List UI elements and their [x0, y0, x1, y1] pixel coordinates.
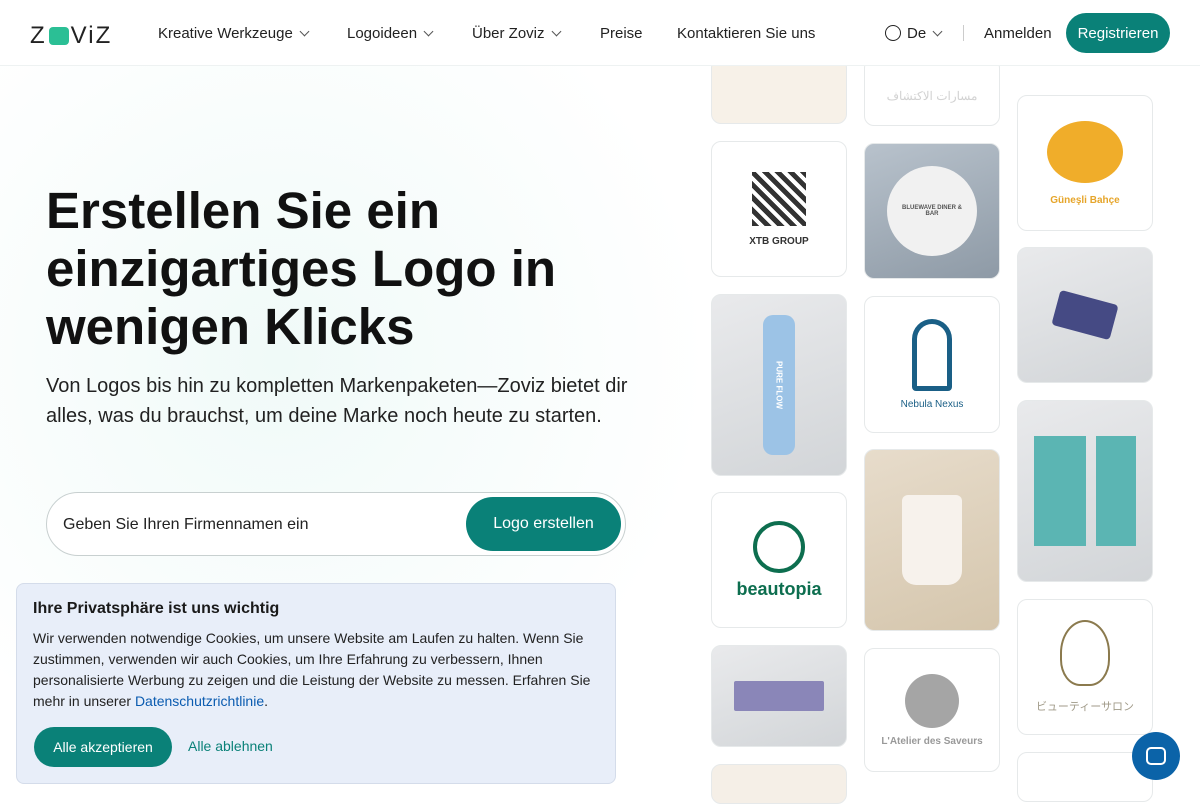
- globe-icon: [885, 25, 901, 41]
- gallery-tile-beautopia[interactable]: beautopia: [711, 492, 847, 628]
- business-card-image-icon: [1051, 289, 1119, 341]
- gallery-tile[interactable]: [711, 764, 847, 804]
- chef-logo-icon: [905, 673, 959, 728]
- bottle-image-icon: PURE FLOW: [763, 315, 795, 455]
- tile-label: مسارات الاكتشاف: [886, 89, 978, 103]
- salon-logo-icon: [1060, 620, 1110, 686]
- cookie-title: Ihre Privatsphäre ist uns wichtig: [33, 600, 280, 617]
- accept-all-button[interactable]: Alle akzeptieren: [34, 727, 172, 767]
- cookie-banner: Ihre Privatsphäre ist uns wichtig Wir ve…: [16, 583, 616, 784]
- tile-label: Güneşli Bahçe: [1050, 194, 1120, 206]
- nebula-logo-icon: [912, 319, 952, 391]
- nav-kontakt[interactable]: Kontaktieren Sie uns: [677, 0, 815, 66]
- nav-preise[interactable]: Preise: [600, 0, 643, 66]
- chevron-down-icon: [299, 26, 310, 36]
- reject-all-button[interactable]: Alle ablehnen: [188, 738, 273, 754]
- cookie-end: .: [264, 693, 268, 709]
- chevron-down-icon: [932, 26, 943, 36]
- coffee-logo-icon: [1047, 120, 1123, 183]
- tile-label: beautopia: [736, 578, 822, 599]
- cookie-body: Wir verwenden notwendige Cookies, um uns…: [33, 630, 591, 709]
- gallery-tile-gunesli[interactable]: Güneşli Bahçe: [1017, 95, 1153, 231]
- gallery-tile-arabic[interactable]: مسارات الاكتشاف: [864, 58, 1000, 126]
- cookie-text: Wir verwenden notwendige Cookies, um uns…: [33, 628, 599, 712]
- create-logo-button[interactable]: Logo erstellen: [466, 497, 621, 551]
- gallery-tile-business-cards[interactable]: [1017, 247, 1153, 383]
- privacy-policy-link[interactable]: Datenschutzrichtlinie: [135, 693, 264, 709]
- hero-subtitle: Von Logos bis hin zu kompletten Markenpa…: [46, 375, 628, 427]
- gallery-tile-atelier[interactable]: L'Atelier des Saveurs: [864, 648, 1000, 772]
- tile-label: Nebula Nexus: [900, 399, 964, 410]
- gallery-tile-coffee-bags[interactable]: [1017, 400, 1153, 582]
- gallery-tile-bottle[interactable]: PURE FLOW: [711, 294, 847, 476]
- register-button[interactable]: Registrieren: [1066, 13, 1170, 53]
- gallery-tile-nebula[interactable]: Nebula Nexus: [864, 296, 1000, 433]
- gallery-tile-xtb[interactable]: XTB GROUP: [711, 141, 847, 277]
- login-link[interactable]: Anmelden: [984, 0, 1052, 66]
- hero-title: Erstellen Sie ein einzigartiges Logo in …: [46, 182, 557, 355]
- company-name-input[interactable]: [63, 507, 443, 543]
- tile-label: ビューティーサロン: [1035, 701, 1135, 713]
- chevron-down-icon: [551, 26, 561, 36]
- nav-logoideen[interactable]: Logoideen: [347, 0, 434, 66]
- gallery-tile-candle[interactable]: [711, 645, 847, 747]
- xtb-logo-icon: [752, 171, 806, 226]
- nav-ueber-zoviz[interactable]: Über Zoviz: [472, 0, 561, 66]
- coffee-bag-image-icon: [1034, 436, 1136, 546]
- chat-button[interactable]: [1132, 732, 1180, 780]
- nav-label: Über Zoviz: [472, 24, 545, 42]
- tile-label: XTB GROUP: [749, 235, 809, 247]
- gallery-tile-cup[interactable]: [864, 449, 1000, 631]
- language-selector[interactable]: De: [885, 0, 943, 66]
- chat-icon: [1146, 747, 1166, 765]
- divider: [963, 25, 964, 41]
- candle-image-icon: [734, 681, 824, 711]
- tile-label: L'Atelier des Saveurs: [881, 735, 983, 747]
- site-header: Z ViZ Kreative Werkzeuge Logoideen Über Z…: [0, 0, 1200, 66]
- gallery-tile-bluewave[interactable]: BLUEWAVE DINER & BAR: [864, 143, 1000, 279]
- gallery-tile[interactable]: [711, 58, 847, 124]
- chevron-down-icon: [423, 26, 434, 36]
- nav-kreative-werkzeuge[interactable]: Kreative Werkzeuge: [158, 0, 310, 66]
- company-name-form: Logo erstellen: [46, 492, 626, 556]
- nav-label: Kreative Werkzeuge: [158, 24, 293, 42]
- zoviz-logo[interactable]: Z ViZ: [30, 22, 112, 50]
- language-label: De: [907, 24, 927, 42]
- cup-image-icon: [902, 495, 962, 585]
- bluewave-sign-icon: BLUEWAVE DINER & BAR: [887, 166, 977, 256]
- beautopia-logo-icon: [753, 520, 805, 573]
- nav-label: Logoideen: [347, 24, 418, 42]
- gallery-tile-salon[interactable]: ビューティーサロン: [1017, 599, 1153, 735]
